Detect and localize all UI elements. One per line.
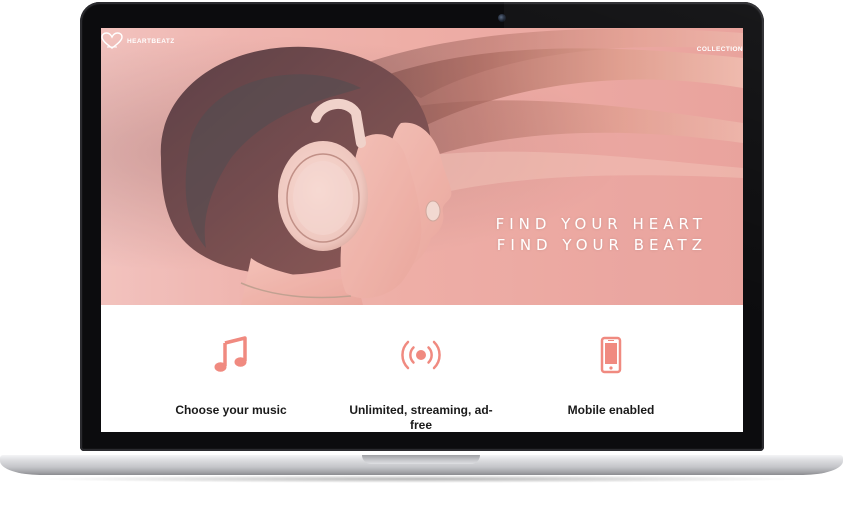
- music-note-icon: [214, 336, 247, 372]
- tagline-line-1: FIND YOUR HEART: [495, 215, 707, 233]
- hero-tagline: FIND YOUR HEART FIND YOUR BEATZ: [496, 214, 707, 256]
- features-section: Choose your music Unlimited, streaming, …: [101, 305, 743, 432]
- brand-logo[interactable]: HEARTBEATZ: [101, 32, 175, 50]
- brand-name: HEARTBEATZ: [127, 37, 175, 45]
- hero-photo: [101, 28, 743, 305]
- lid-opening-notch: [362, 455, 480, 464]
- laptop-base: [0, 455, 843, 483]
- feature-label: Unlimited, streaming, ad-free: [349, 403, 493, 432]
- laptop-mockup: HEARTBEATZ COLLECTION FIND YOUR HEART FI…: [0, 0, 843, 510]
- heart-logo-icon: [101, 32, 123, 49]
- broadcast-icon: [401, 340, 441, 370]
- nav-link-collection[interactable]: COLLECTION: [697, 46, 743, 53]
- screen: HEARTBEATZ COLLECTION FIND YOUR HEART FI…: [101, 28, 743, 432]
- feature-label: Choose your music: [175, 403, 287, 417]
- webcam-icon: [498, 14, 506, 22]
- mobile-phone-icon: [600, 336, 622, 374]
- feature-label: Mobile enabled: [567, 403, 655, 417]
- hero-banner: HEARTBEATZ COLLECTION FIND YOUR HEART FI…: [101, 28, 743, 305]
- tagline-line-2: FIND YOUR BEATZ: [496, 236, 707, 254]
